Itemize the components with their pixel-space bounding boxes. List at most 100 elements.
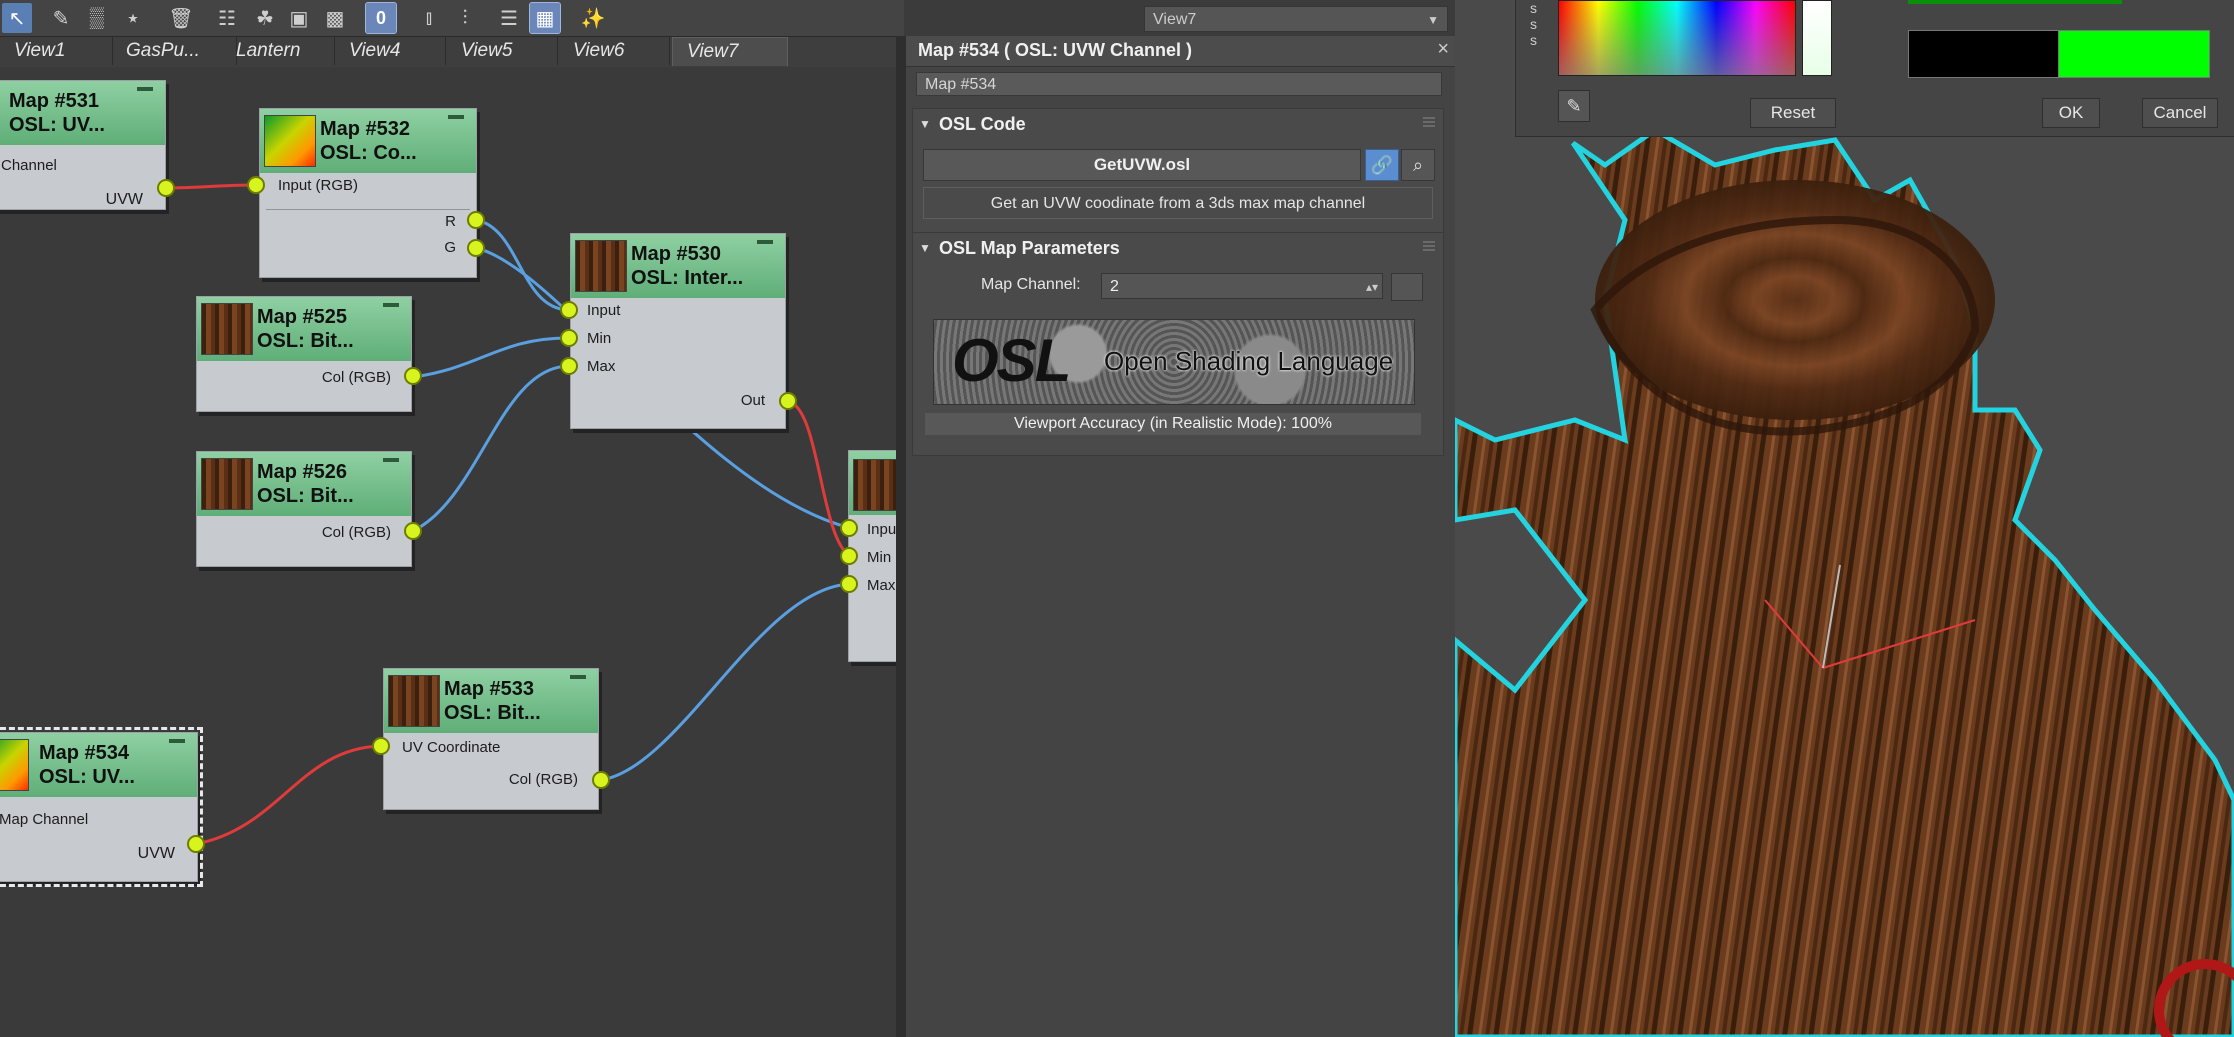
socket-in[interactable] xyxy=(840,575,858,593)
socket-out[interactable] xyxy=(592,771,610,789)
minimize-icon[interactable] xyxy=(383,458,399,462)
layout-icon[interactable]: ☷ xyxy=(212,3,242,33)
node-map-526[interactable]: Map #526 OSL: Bit... Col (RGB) xyxy=(196,451,412,567)
minimize-icon[interactable] xyxy=(570,675,586,679)
cancel-button[interactable]: Cancel xyxy=(2142,98,2218,128)
node-title: Map #534 xyxy=(39,742,130,764)
socket-in[interactable] xyxy=(840,547,858,565)
socket-in[interactable] xyxy=(560,329,578,347)
map-thumbnail xyxy=(575,240,627,292)
socket-in[interactable] xyxy=(840,519,858,537)
node-title: Map #530 xyxy=(631,243,722,265)
search-icon[interactable]: ⌕ xyxy=(1401,149,1435,181)
distribute-icon[interactable]: ⫶ xyxy=(450,3,480,33)
viewport-accuracy-slider[interactable]: Viewport Accuracy (in Realistic Mode): 1… xyxy=(925,413,1421,435)
ok-button[interactable]: OK xyxy=(2042,98,2100,128)
rollout-header[interactable]: ▼ OSL Map Parameters xyxy=(913,233,1443,263)
socket-in[interactable] xyxy=(247,176,265,194)
tab-view5[interactable]: View5 xyxy=(447,37,558,65)
link-icon[interactable]: 🔗 xyxy=(1365,149,1399,181)
socket-out[interactable] xyxy=(779,392,797,410)
viewport-icon[interactable]: ▦ xyxy=(529,2,561,34)
socket-in[interactable] xyxy=(560,301,578,319)
tab-view1[interactable]: View1 xyxy=(0,37,113,65)
rollout-header[interactable]: ▼ OSL Code xyxy=(913,109,1443,139)
select-arrow-icon[interactable]: ↖ xyxy=(2,3,32,33)
socket-out[interactable] xyxy=(157,179,175,197)
node-map-533[interactable]: Map #533 OSL: Bit... UV Coordinate Col (… xyxy=(383,668,599,810)
old-color-swatch xyxy=(1908,30,2060,78)
node-subtitle: OSL: Bit... xyxy=(257,485,354,507)
close-icon[interactable]: × xyxy=(1437,38,1449,61)
wire-531-532 xyxy=(165,183,257,190)
node-subtitle: OSL: UV... xyxy=(39,766,135,788)
socket-out[interactable] xyxy=(404,367,422,385)
tab-gaspu[interactable]: GasPu... xyxy=(112,37,237,65)
align-icon[interactable]: ⫾ xyxy=(414,3,444,33)
minimize-icon[interactable] xyxy=(137,87,153,91)
eyedropper-icon[interactable]: ✎ xyxy=(1558,90,1590,122)
node-header: Map #532 OSL: Co... xyxy=(260,109,476,173)
socket-out[interactable] xyxy=(187,835,205,853)
grip-icon[interactable] xyxy=(1423,117,1435,127)
minimize-icon[interactable] xyxy=(383,303,399,307)
map-name-field[interactable]: Map #534 xyxy=(916,72,1442,96)
node-canvas[interactable]: Map #531 OSL: UV... Channel UVW Map #532… xyxy=(0,68,896,1037)
collapse-arrow-icon: ▼ xyxy=(919,117,931,131)
port-label: UVW xyxy=(105,191,143,208)
box-icon[interactable]: ▣ xyxy=(284,3,314,33)
minimize-icon[interactable] xyxy=(169,739,185,743)
pick-icon[interactable]: ✎ xyxy=(46,3,76,33)
map-thumbnail xyxy=(201,458,253,510)
node-map-530[interactable]: Map #530 OSL: Inter... Input Min Max Out xyxy=(570,233,786,429)
link-node-icon[interactable]: ⭑ xyxy=(118,3,148,33)
panel-divider[interactable] xyxy=(896,36,906,1037)
tab-lantern[interactable]: Lantern xyxy=(222,37,335,65)
view-select[interactable]: View7 ▼ xyxy=(1144,6,1448,32)
port-label: Input (RGB) xyxy=(278,177,359,194)
zero-icon[interactable]: 0 xyxy=(365,2,397,34)
osl-file-button[interactable]: GetUVW.osl xyxy=(923,149,1361,181)
socket-out[interactable] xyxy=(467,239,485,257)
wand-icon[interactable]: ✨ xyxy=(578,3,608,33)
node-map-531[interactable]: Map #531 OSL: UV... Channel UVW xyxy=(0,80,166,210)
hue-saturation-picker[interactable] xyxy=(1558,0,1796,76)
node-map-532[interactable]: Map #532 OSL: Co... Input (RGB) R G xyxy=(259,108,477,278)
node-map-525[interactable]: Map #525 OSL: Bit... Col (RGB) xyxy=(196,296,412,412)
color-slider-strip[interactable] xyxy=(1908,0,2122,4)
map-thumbnail xyxy=(201,303,253,355)
map-channel-extra-button[interactable] xyxy=(1391,273,1423,301)
collapse-arrow-icon: ▼ xyxy=(919,241,931,255)
paint-icon[interactable]: ▒ xyxy=(82,3,112,33)
socket-out[interactable] xyxy=(467,211,485,229)
3d-viewport[interactable] xyxy=(1455,0,2234,1037)
tab-view7[interactable]: View7 xyxy=(672,37,788,66)
socket-in[interactable] xyxy=(372,737,390,755)
port-label: Channel xyxy=(1,157,57,174)
socket-out[interactable] xyxy=(404,522,422,540)
wire-533-cut-max xyxy=(600,582,851,782)
tab-view4[interactable]: View4 xyxy=(335,37,446,65)
port-label: Inpu xyxy=(867,521,896,538)
socket-in[interactable] xyxy=(560,357,578,375)
list-icon[interactable]: ☰ xyxy=(494,3,524,33)
tab-view6[interactable]: View6 xyxy=(559,37,670,65)
reset-button[interactable]: Reset xyxy=(1750,98,1836,128)
map-channel-spinner[interactable]: 2 ▴▾ xyxy=(1101,273,1383,299)
whiteness-slider[interactable] xyxy=(1802,0,1832,76)
port-label: Max xyxy=(867,577,896,594)
node-header: Map #533 OSL: Bit... xyxy=(384,669,598,733)
minimize-icon[interactable] xyxy=(448,115,464,119)
minimize-icon[interactable] xyxy=(757,240,773,244)
hierarchy-icon[interactable]: ☘ xyxy=(250,3,280,33)
node-subtitle: OSL: Bit... xyxy=(444,702,541,724)
trash-icon[interactable]: 🗑 xyxy=(166,3,196,33)
map-thumbnail xyxy=(264,115,316,167)
map-thumbnail xyxy=(0,739,29,791)
port-label: Col (RGB) xyxy=(508,771,578,788)
chevron-down-icon: ▼ xyxy=(1427,13,1439,27)
grip-icon[interactable] xyxy=(1423,241,1435,251)
node-map-534[interactable]: Map #534 OSL: UV... Map Channel UVW xyxy=(0,727,203,887)
spinner-arrows-icon[interactable]: ▴▾ xyxy=(1366,274,1378,300)
pattern-icon[interactable]: ▩ xyxy=(320,3,350,33)
